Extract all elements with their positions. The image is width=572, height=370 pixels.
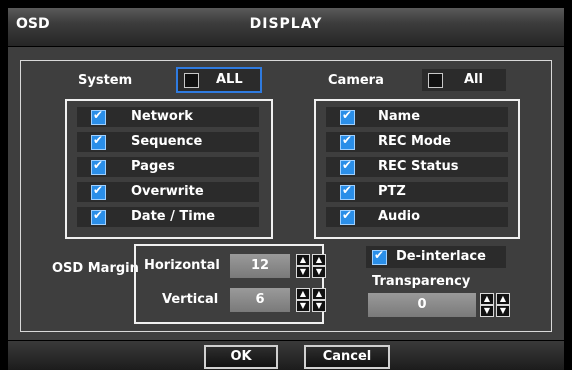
overwrite-label: Overwrite <box>131 184 204 199</box>
audio-checkbox[interactable] <box>340 208 355 225</box>
name-label: Name <box>378 109 421 124</box>
transparency-up-icon[interactable]: ▲ <box>480 293 494 305</box>
rec-status-label: REC Status <box>378 159 459 174</box>
sequence-label: Sequence <box>131 134 203 149</box>
camera-label: Camera <box>328 73 384 88</box>
pages-label: Pages <box>131 159 175 174</box>
horizontal-label: Horizontal <box>144 258 220 273</box>
overwrite-checkbox[interactable] <box>91 183 106 200</box>
transparency-label: Transparency <box>372 274 471 289</box>
vertical-page-down-icon[interactable]: ▼ <box>312 300 326 312</box>
system-all-label: ALL <box>216 72 243 87</box>
camera-all-toggle[interactable]: All <box>422 69 506 91</box>
dialog-title: DISPLAY <box>249 16 323 32</box>
ok-button[interactable]: OK <box>204 345 278 369</box>
horizontal-page-up-icon[interactable]: ▲ <box>312 254 326 266</box>
ptz-checkbox[interactable] <box>340 183 355 200</box>
pages-checkbox[interactable] <box>91 158 106 175</box>
camera-item-rec-mode[interactable]: REC Mode <box>326 132 508 152</box>
system-items-box: Network Sequence Pages Overwrite Date / … <box>65 99 273 239</box>
system-all-checkbox[interactable] <box>184 73 199 88</box>
rec-status-checkbox[interactable] <box>340 158 355 175</box>
vertical-down-icon[interactable]: ▼ <box>296 300 310 312</box>
osd-margin-box: Horizontal 12 ▲ ▼ ▲ ▼ Vertical 6 ▲ ▼ ▲ ▼ <box>134 244 326 324</box>
system-all-toggle[interactable]: ALL <box>176 67 262 93</box>
transparency-down-icon[interactable]: ▼ <box>480 305 494 317</box>
network-label: Network <box>131 109 193 124</box>
deinterlace-checkbox[interactable] <box>372 248 387 265</box>
date-time-checkbox[interactable] <box>91 208 106 225</box>
camera-item-audio[interactable]: Audio <box>326 207 508 227</box>
ptz-label: PTZ <box>378 184 406 199</box>
system-item-overwrite[interactable]: Overwrite <box>77 182 259 202</box>
camera-item-rec-status[interactable]: REC Status <box>326 157 508 177</box>
camera-all-label: All <box>464 72 483 87</box>
vertical-label: Vertical <box>162 292 219 307</box>
vertical-up-icon[interactable]: ▲ <box>296 288 310 300</box>
osd-display-dialog: OSD DISPLAY System ALL Network Sequence … <box>0 0 572 370</box>
camera-item-name[interactable]: Name <box>326 107 508 127</box>
audio-label: Audio <box>378 209 421 224</box>
system-item-date-time[interactable]: Date / Time <box>77 207 259 227</box>
transparency-page-up-icon[interactable]: ▲ <box>496 293 510 305</box>
transparency-value-field[interactable]: 0 <box>368 293 476 317</box>
transparency-page-down-icon[interactable]: ▼ <box>496 305 510 317</box>
button-bar: OK Cancel <box>8 341 564 370</box>
name-checkbox[interactable] <box>340 108 355 125</box>
system-label: System <box>78 73 133 88</box>
date-time-label: Date / Time <box>131 209 216 224</box>
camera-item-ptz[interactable]: PTZ <box>326 182 508 202</box>
network-checkbox[interactable] <box>91 108 106 125</box>
title-bar: OSD DISPLAY <box>8 8 564 46</box>
horizontal-down-icon[interactable]: ▼ <box>296 266 310 278</box>
rec-mode-checkbox[interactable] <box>340 133 355 150</box>
cancel-button[interactable]: Cancel <box>304 345 390 369</box>
sequence-checkbox[interactable] <box>91 133 106 150</box>
system-item-pages[interactable]: Pages <box>77 157 259 177</box>
camera-all-checkbox[interactable] <box>428 73 443 88</box>
vertical-page-up-icon[interactable]: ▲ <box>312 288 326 300</box>
deinterlace-label: De-interlace <box>396 249 486 264</box>
system-item-sequence[interactable]: Sequence <box>77 132 259 152</box>
camera-items-box: Name REC Mode REC Status PTZ Audio <box>314 99 520 239</box>
horizontal-value-field[interactable]: 12 <box>230 254 290 278</box>
horizontal-up-icon[interactable]: ▲ <box>296 254 310 266</box>
system-item-network[interactable]: Network <box>77 107 259 127</box>
settings-panel: System ALL Network Sequence Pages Overwr… <box>8 47 564 340</box>
horizontal-page-down-icon[interactable]: ▼ <box>312 266 326 278</box>
vertical-value-field[interactable]: 6 <box>230 288 290 312</box>
rec-mode-label: REC Mode <box>378 134 451 149</box>
deinterlace-toggle[interactable]: De-interlace <box>366 246 506 268</box>
osd-margin-label: OSD Margin <box>52 261 139 276</box>
